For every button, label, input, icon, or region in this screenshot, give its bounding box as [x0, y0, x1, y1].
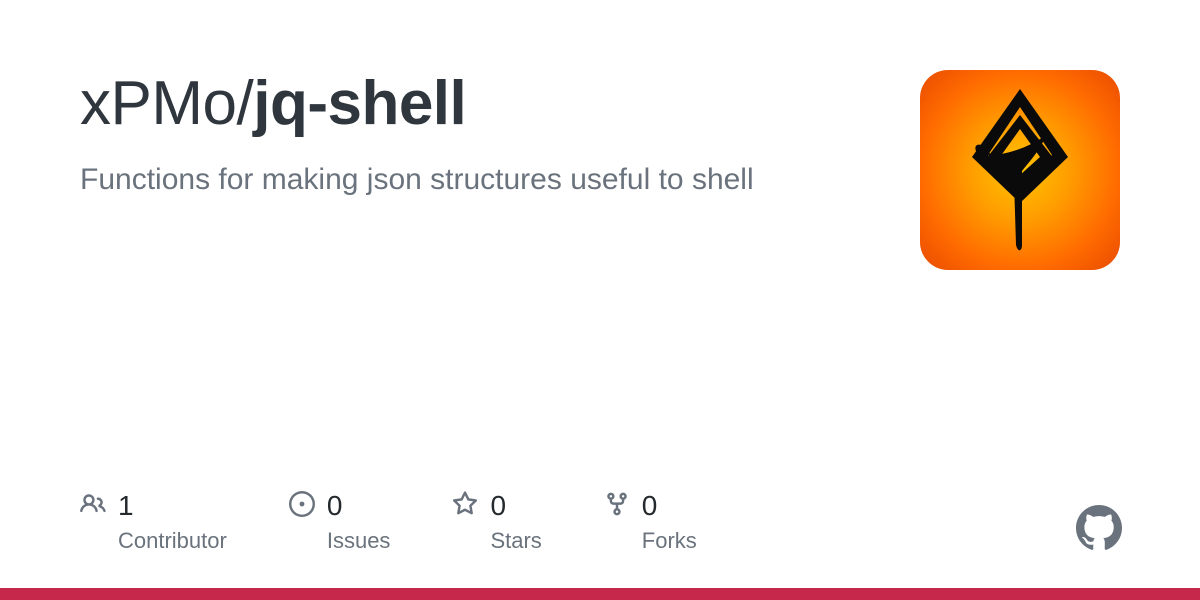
stats-row: 1 Contributor 0 Issues 0 Stars: [80, 490, 697, 554]
people-icon: [80, 491, 106, 522]
fork-icon: [604, 491, 630, 522]
star-icon: [452, 491, 478, 522]
accent-bar: [0, 588, 1200, 600]
title-block: xPMo/jq-shell Functions for making json …: [80, 70, 920, 201]
repo-description: Functions for making json structures use…: [80, 160, 880, 201]
forks-label: Forks: [642, 528, 697, 554]
header-row: xPMo/jq-shell Functions for making json …: [80, 70, 1120, 270]
repo-title: xPMo/jq-shell: [80, 70, 880, 138]
issues-label: Issues: [327, 528, 391, 554]
stat-forks: 0 Forks: [604, 490, 697, 554]
issues-count: 0: [327, 490, 343, 522]
github-logo-icon: [1076, 505, 1122, 556]
repo-name: jq-shell: [253, 69, 466, 138]
stat-contributors: 1 Contributor: [80, 490, 227, 554]
stars-label: Stars: [490, 528, 541, 554]
stat-issues: 0 Issues: [289, 490, 391, 554]
issue-icon: [289, 491, 315, 522]
owner-avatar: [920, 70, 1120, 270]
repo-social-card: xPMo/jq-shell Functions for making json …: [0, 0, 1200, 600]
avatar-glyph-icon: [960, 85, 1080, 255]
contributors-label: Contributor: [118, 528, 227, 554]
slash-separator: /: [236, 69, 253, 138]
repo-owner: xPMo: [80, 69, 236, 138]
forks-count: 0: [642, 490, 658, 522]
stat-stars: 0 Stars: [452, 490, 541, 554]
stars-count: 0: [490, 490, 506, 522]
contributors-count: 1: [118, 490, 134, 522]
